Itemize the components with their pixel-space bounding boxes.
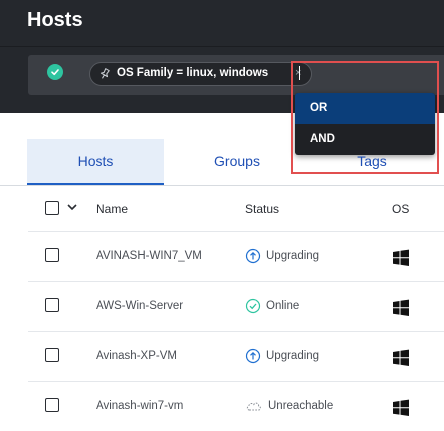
status-label: Upgrading [266, 250, 320, 262]
row-checkbox[interactable] [45, 398, 59, 412]
host-status: Unreachable [245, 398, 333, 414]
filter-chip-label: OS Family = linux, windows [117, 67, 269, 79]
row-divider [28, 381, 444, 382]
tabs-divider [0, 185, 444, 186]
filter-applied-check-icon[interactable] [47, 64, 63, 80]
select-all-checkbox[interactable] [45, 201, 59, 215]
host-name[interactable]: Avinash-XP-VM [96, 350, 177, 362]
host-status: Upgrading [245, 348, 319, 364]
host-name[interactable]: Avinash-win7-vm [96, 400, 183, 412]
tab-groups[interactable]: Groups [187, 139, 287, 185]
host-status: Upgrading [245, 248, 319, 264]
online-check-icon [245, 298, 261, 314]
row-divider [28, 281, 444, 282]
windows-icon [392, 399, 410, 417]
upgrade-icon [245, 348, 261, 364]
pin-icon[interactable] [98, 67, 112, 86]
status-label: Unreachable [268, 400, 334, 412]
cloud-unreachable-icon [246, 402, 261, 411]
row-divider [28, 331, 444, 332]
row-checkbox[interactable] [45, 298, 59, 312]
status-label: Upgrading [266, 350, 320, 362]
column-header-os[interactable]: OS [392, 202, 409, 216]
windows-icon [392, 299, 410, 317]
page-title: Hosts [27, 9, 83, 31]
filter-chip-os-family[interactable]: OS Family = linux, windows × [89, 62, 312, 86]
windows-icon [392, 349, 410, 367]
row-checkbox[interactable] [45, 248, 59, 262]
tab-bar: Hosts Groups Tags [27, 139, 444, 185]
windows-icon [392, 249, 410, 267]
row-checkbox[interactable] [45, 348, 59, 362]
hosts-page: Hosts OS Family = linux, windows × OR AN… [0, 0, 444, 431]
chevron-down-icon[interactable] [66, 200, 78, 218]
row-divider [28, 231, 444, 232]
tab-tags[interactable]: Tags [322, 139, 422, 185]
host-status: Online [245, 298, 299, 314]
status-label: Online [266, 300, 300, 312]
column-header-name[interactable]: Name [96, 202, 128, 216]
column-header-status[interactable]: Status [245, 202, 279, 216]
upgrade-icon [245, 248, 261, 264]
host-name[interactable]: AWS-Win-Server [96, 300, 183, 312]
header-divider [0, 46, 444, 47]
tab-hosts[interactable]: Hosts [27, 139, 164, 185]
host-name[interactable]: AVINASH-WIN7_VM [96, 250, 202, 262]
